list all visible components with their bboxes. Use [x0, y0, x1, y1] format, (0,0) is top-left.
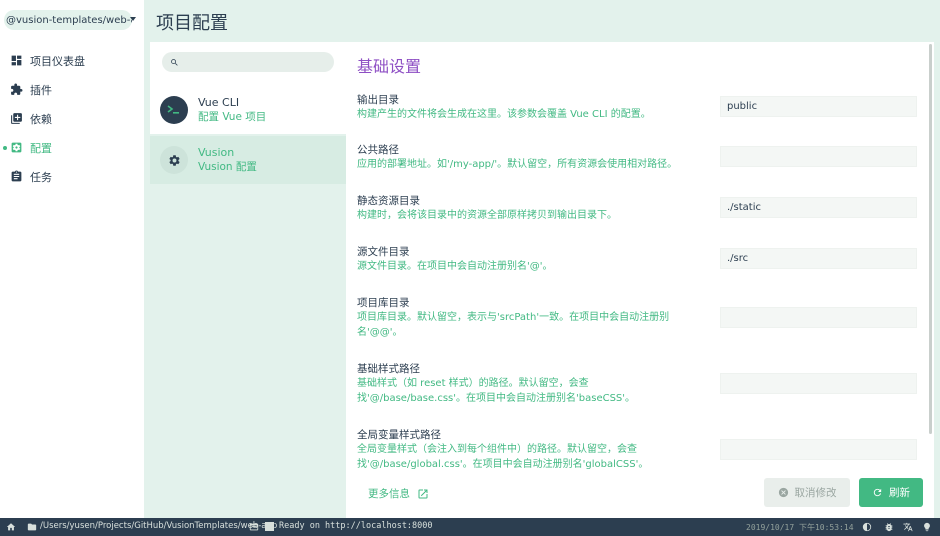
search-input[interactable] [183, 56, 333, 68]
output-dir-input[interactable]: public [720, 96, 917, 117]
sidebar-item-label: 项目仪表盘 [30, 54, 85, 68]
active-indicator [3, 146, 7, 150]
log-timestamp: 2019/10/17 下午10:53:14 [746, 523, 854, 532]
open-in-new-icon [418, 489, 428, 498]
field-src-dir: 源文件目录 源文件目录。在项目中会自动注册别名'@'。 ./src [357, 245, 922, 274]
field-description: 项目库目录。默认留空，表示与'srcPath'一致。在项目中会自动注册别名'@@… [357, 312, 670, 338]
vue-cli-icon [160, 96, 188, 124]
sidebar-item-configuration[interactable]: 配置 [0, 133, 144, 162]
sidebar-item-label: 依赖 [30, 112, 52, 126]
sidebar: @vusion-templates/web-app 项目仪表盘 插件 依赖 [0, 0, 144, 518]
src-dir-input[interactable]: ./src [720, 248, 917, 269]
more-info-link[interactable]: 更多信息 [368, 486, 429, 501]
home-icon[interactable] [6, 522, 16, 532]
scrollbar[interactable] [929, 44, 932, 434]
more-info-label: 更多信息 [368, 488, 410, 500]
sidebar-item-label: 任务 [30, 170, 52, 184]
field-description: 全局变量样式（会注入到每个组件中）的路径。默认留空，会查找'@/base/glo… [357, 444, 649, 470]
field-library-dir: 项目库目录 项目库目录。默认留空，表示与'srcPath'一致。在项目中会自动注… [357, 296, 922, 340]
lightbulb-icon[interactable] [922, 522, 932, 532]
dashboard-icon [10, 54, 23, 67]
sidebar-item-plugins[interactable]: 插件 [0, 75, 144, 104]
library-dir-input[interactable] [720, 307, 917, 328]
refresh-label: 刷新 [889, 487, 910, 499]
log-message[interactable]: Ready on http://localhost:8000 [279, 521, 433, 531]
sidebar-item-label: 插件 [30, 83, 52, 97]
refresh-button[interactable]: 刷新 [859, 478, 923, 507]
field-description: 源文件目录。在项目中会自动注册别名'@'。 [357, 261, 553, 272]
config-item-name: Vue CLI [198, 96, 240, 109]
field-output-dir: 输出目录 构建产生的文件将会生成在这里。该参数会覆盖 Vue CLI 的配置。 … [357, 93, 922, 122]
field-description: 应用的部署地址。如'/my-app/'。默认留空，所有资源会使用相对路径。 [357, 159, 678, 170]
base-css-input[interactable] [720, 373, 917, 394]
console-icon[interactable] [249, 522, 259, 532]
config-search[interactable] [162, 52, 334, 72]
page-title: 项目配置 [156, 13, 228, 34]
section-title: 基础设置 [357, 57, 422, 76]
field-description: 构建产生的文件将会生成在这里。该参数会覆盖 Vue CLI 的配置。 [357, 109, 651, 120]
library-icon [10, 112, 23, 125]
project-selector-value: @vusion-templates/web-app [6, 14, 132, 26]
config-item-description: 配置 Vue 项目 [198, 111, 267, 123]
translate-icon[interactable] [903, 522, 913, 532]
sidebar-item-tasks[interactable]: 任务 [0, 162, 144, 191]
static-dir-input[interactable]: ./static [720, 197, 917, 218]
settings-applications-icon [10, 141, 23, 154]
field-base-css: 基础样式路径 基础样式（如 reset 样式）的路径。默认留空，会查找'@/ba… [357, 362, 922, 406]
assignment-icon [10, 170, 23, 183]
field-static-dir: 静态资源目录 构建时，会将该目录中的资源全部原样拷贝到输出目录下。 ./stat… [357, 194, 922, 223]
cancel-changes-button[interactable]: 取消修改 [764, 478, 850, 507]
folder-icon [27, 523, 37, 531]
refresh-icon [873, 488, 882, 497]
field-description: 基础样式（如 reset 样式）的路径。默认留空，会查找'@/base/base… [357, 378, 636, 404]
cancel-icon [778, 487, 788, 498]
sidebar-item-dashboard[interactable]: 项目仪表盘 [0, 46, 144, 75]
puzzle-icon [10, 83, 23, 96]
config-item-description: Vusion 配置 [198, 161, 257, 173]
field-global-css: 全局变量样式路径 全局变量样式（会注入到每个组件中）的路径。默认留空，会查找'@… [357, 428, 922, 472]
sidebar-nav: 项目仪表盘 插件 依赖 配置 任务 [0, 46, 144, 191]
config-item-name: Vusion [198, 146, 235, 159]
project-path[interactable]: /Users/yusen/Projects/GitHub/VusionTempl… [40, 521, 277, 531]
config-content: 基础设置 输出目录 构建产生的文件将会生成在这里。该参数会覆盖 Vue CLI … [346, 42, 934, 518]
config-item-vue-cli[interactable]: Vue CLI 配置 Vue 项目 [150, 86, 346, 134]
global-css-input[interactable] [720, 439, 917, 460]
project-selector[interactable]: @vusion-templates/web-app [4, 10, 132, 30]
gear-icon [160, 146, 188, 174]
config-item-vusion[interactable]: Vusion Vusion 配置 [150, 136, 346, 184]
public-path-input[interactable] [720, 146, 917, 167]
field-description: 构建时，会将该目录中的资源全部原样拷贝到输出目录下。 [357, 210, 617, 221]
sidebar-item-dependencies[interactable]: 依赖 [0, 104, 144, 133]
caret-down-icon[interactable] [130, 17, 136, 21]
search-icon [171, 58, 178, 66]
sidebar-item-label: 配置 [30, 141, 52, 155]
config-list-panel: Vue CLI 配置 Vue 项目 Vusion Vusion 配置 [150, 42, 346, 518]
cancel-label: 取消修改 [794, 487, 837, 499]
dark-mode-icon[interactable] [862, 522, 872, 532]
log-status-icon [265, 522, 274, 531]
field-public-path: 公共路径 应用的部署地址。如'/my-app/'。默认留空，所有资源会使用相对路… [357, 143, 922, 172]
bug-report-icon[interactable] [884, 522, 894, 532]
status-bar: /Users/yusen/Projects/GitHub/VusionTempl… [0, 518, 940, 536]
